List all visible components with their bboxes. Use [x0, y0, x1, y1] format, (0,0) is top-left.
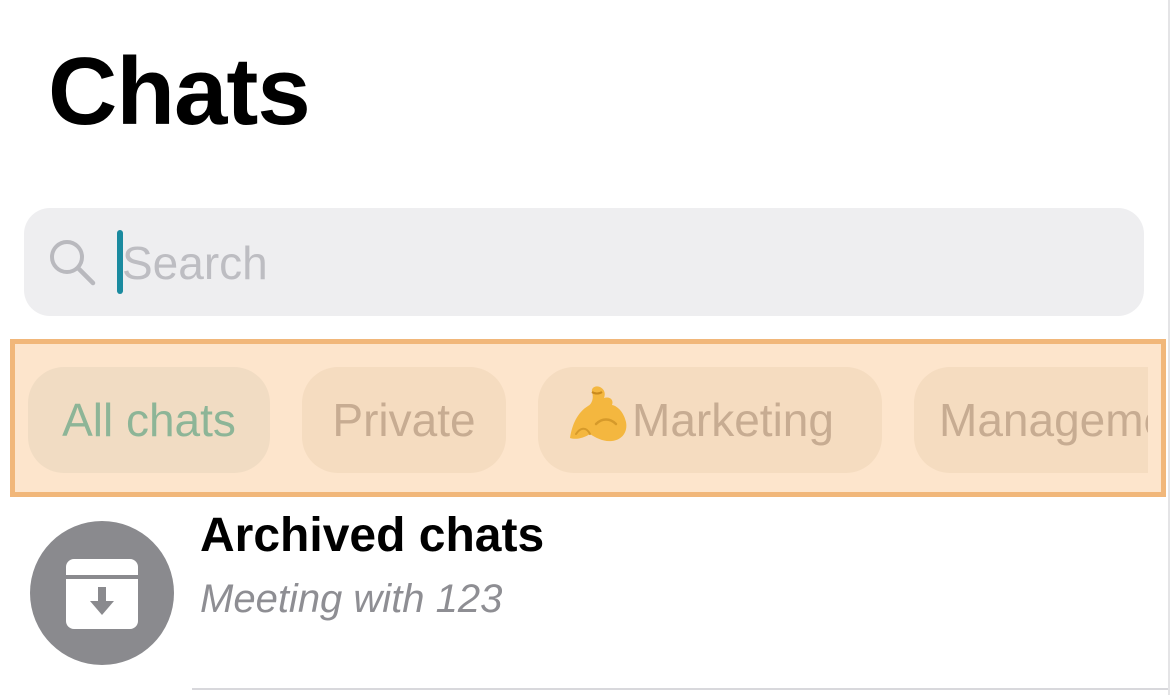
filter-chip-management[interactable]: Management [914, 367, 1148, 473]
archive-avatar[interactable] [30, 521, 174, 665]
filter-chip-all-chats[interactable]: All chats [28, 367, 270, 473]
text-cursor [117, 230, 123, 294]
row-divider [192, 688, 1168, 690]
filter-chip-private[interactable]: Private [302, 367, 506, 473]
search-icon [50, 240, 96, 286]
filter-chip-label: Management [939, 394, 1148, 446]
filter-chip-label: Marketing [632, 394, 834, 446]
page-title: Chats [48, 38, 311, 145]
filter-chip-track[interactable]: All chats Private Marketing Management [28, 367, 1148, 479]
archived-chats-preview: Meeting with 123 [200, 577, 503, 621]
flexed-biceps-icon [570, 386, 627, 442]
archived-chats-title[interactable]: Archived chats [200, 508, 544, 563]
chats-screen: Chats All chats Private Marketing [0, 0, 1170, 695]
archive-box-icon [66, 559, 138, 629]
search-input[interactable] [122, 230, 1102, 296]
chat-filter-bar: All chats Private Marketing Management [10, 339, 1166, 497]
filter-chip-label: Private [332, 394, 476, 446]
filter-chip-label: All chats [62, 394, 236, 446]
filter-chip-marketing[interactable]: Marketing [538, 367, 882, 473]
